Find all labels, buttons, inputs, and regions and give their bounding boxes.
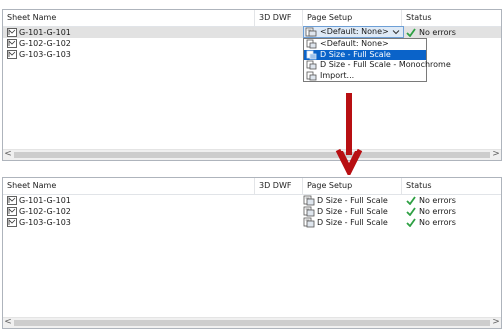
dropdown-option-label: D Size - Full Scale bbox=[320, 49, 391, 59]
dropdown-option-d-size-full-scale[interactable]: D Size - Full Scale bbox=[304, 49, 426, 60]
column-page-setup[interactable]: Page Setup bbox=[303, 10, 402, 26]
dropdown-option-label: Import... bbox=[320, 70, 355, 80]
page-setup-combo[interactable]: <Default: None> bbox=[303, 26, 404, 38]
column-status[interactable]: Status bbox=[402, 10, 501, 26]
check-icon bbox=[406, 207, 416, 216]
dropdown-option-label: <Default: None> bbox=[320, 39, 389, 48]
table-row[interactable]: G-101-G-101 D Size - Full Scale No error… bbox=[3, 195, 501, 206]
scroll-right-arrow[interactable]: > bbox=[491, 150, 501, 160]
sheet-name: G-103-G-103 bbox=[19, 50, 71, 59]
column-header: Sheet Name 3D DWF Page Setup Status bbox=[3, 10, 501, 27]
column-status[interactable]: Status bbox=[402, 178, 501, 194]
dropdown-option-import[interactable]: Import... bbox=[304, 71, 426, 82]
sheet-document-icon bbox=[7, 218, 17, 227]
page-setup-icon bbox=[303, 217, 315, 228]
sheet-document-icon bbox=[7, 207, 17, 216]
sheet-document-icon bbox=[7, 39, 17, 48]
page-setup-icon bbox=[303, 206, 315, 217]
check-icon bbox=[406, 218, 416, 227]
scroll-right-arrow[interactable]: > bbox=[491, 318, 501, 328]
status-text: No errors bbox=[419, 28, 456, 37]
dropdown-option-d-size-monochrome[interactable]: D Size - Full Scale - Monochrome bbox=[304, 60, 451, 71]
column-page-setup[interactable]: Page Setup bbox=[303, 178, 402, 194]
page-setup-icon bbox=[306, 39, 317, 49]
sheet-document-icon bbox=[7, 28, 17, 37]
scroll-left-arrow[interactable]: < bbox=[3, 150, 13, 160]
scroll-thumb[interactable] bbox=[14, 152, 490, 158]
sheet-name: G-101-G-101 bbox=[19, 196, 71, 205]
page-setup-icon bbox=[303, 195, 315, 206]
dropdown-option-label: D Size - Full Scale - Monochrome bbox=[320, 60, 451, 69]
column-sheet-name[interactable]: Sheet Name bbox=[3, 178, 255, 194]
sheet-name: G-101-G-101 bbox=[19, 28, 71, 37]
column-sheet-name[interactable]: Sheet Name bbox=[3, 10, 255, 26]
sheet-name: G-102-G-102 bbox=[19, 207, 71, 216]
table-row[interactable]: G-103-G-103 D Size - Full Scale No error… bbox=[3, 217, 501, 228]
dropdown-option-default[interactable]: <Default: None> bbox=[304, 39, 426, 50]
sheet-name: G-103-G-103 bbox=[19, 218, 71, 227]
page-setup-dropdown: <Default: None> D Size - Full Scale D Si… bbox=[303, 38, 451, 82]
page-setup-value[interactable]: D Size - Full Scale bbox=[317, 206, 388, 217]
column-header: Sheet Name 3D DWF Page Setup Status bbox=[3, 178, 501, 195]
column-3d-dwf[interactable]: 3D DWF bbox=[255, 178, 303, 194]
page-setup-icon bbox=[306, 71, 317, 80]
status-text: No errors bbox=[419, 196, 456, 205]
column-3d-dwf[interactable]: 3D DWF bbox=[255, 10, 303, 26]
scroll-left-arrow[interactable]: < bbox=[3, 318, 13, 328]
table-row[interactable]: G-101-G-101 No errors bbox=[3, 27, 501, 38]
sheet-name: G-102-G-102 bbox=[19, 39, 71, 48]
horizontal-scrollbar[interactable]: < > bbox=[3, 149, 501, 160]
check-icon bbox=[406, 196, 416, 205]
page-setup-value[interactable]: D Size - Full Scale bbox=[317, 195, 388, 206]
page-setup-value[interactable]: D Size - Full Scale bbox=[317, 217, 388, 228]
page-setup-icon bbox=[306, 50, 317, 59]
horizontal-scrollbar[interactable]: < > bbox=[3, 317, 501, 328]
page-setup-combo-value: <Default: None> bbox=[320, 27, 389, 36]
sheet-list-after: Sheet Name 3D DWF Page Setup Status G-10… bbox=[2, 177, 502, 329]
table-row[interactable]: G-102-G-102 D Size - Full Scale No error… bbox=[3, 206, 501, 217]
status-text: No errors bbox=[419, 218, 456, 227]
page-setup-icon bbox=[305, 27, 317, 37]
status-text: No errors bbox=[419, 207, 456, 216]
page-setup-icon bbox=[306, 60, 317, 70]
sheet-list-before: Sheet Name 3D DWF Page Setup Status G-10… bbox=[2, 9, 502, 161]
check-icon bbox=[406, 28, 416, 37]
sheet-document-icon bbox=[7, 196, 17, 205]
sheet-document-icon bbox=[7, 50, 17, 59]
chevron-down-icon[interactable] bbox=[392, 28, 400, 36]
down-arrow-icon bbox=[335, 93, 363, 175]
scroll-thumb[interactable] bbox=[14, 320, 490, 326]
